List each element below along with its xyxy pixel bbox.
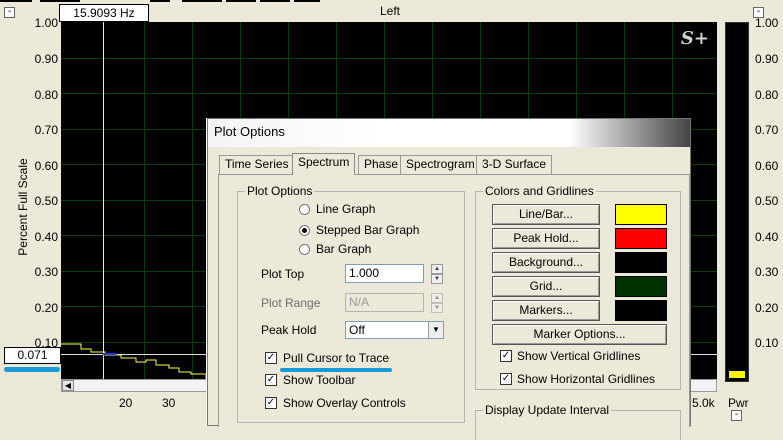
group-legend: Colors and Gridlines (483, 184, 596, 198)
checkbox-label: Show Toolbar (283, 373, 356, 387)
spin-up-icon: ▲ (431, 293, 443, 303)
group-legend: Display Update Interval (483, 403, 612, 417)
show-vertical-gridlines-checkbox[interactable]: ✓ (500, 350, 512, 362)
spectrum-tab-panel: Plot Options Line Graph Stepped Bar Grap… (218, 174, 690, 440)
marker-options-button[interactable]: Marker Options... (492, 324, 667, 345)
toolbar-fragment (182, 0, 222, 2)
power-level-fill (729, 371, 745, 378)
dialog-title: Plot Options (214, 124, 285, 139)
power-tick: 0.10 (755, 336, 779, 350)
plot-top-spinner[interactable]: ▲ ▼ (431, 264, 443, 284)
background-color-swatch[interactable] (615, 252, 667, 273)
y-tick: 1.00 (34, 16, 58, 30)
markers-color-button[interactable]: Markers... (492, 300, 600, 321)
y-tick: 0.40 (34, 230, 58, 244)
y-tick: 0.70 (34, 123, 58, 137)
y-tick: 0.60 (34, 159, 58, 173)
toolbar-fragment (294, 0, 320, 2)
toolbar-fragment (40, 0, 80, 2)
radio-bar-graph[interactable] (299, 244, 310, 255)
plot-range-label: Plot Range (261, 296, 321, 310)
y-axis-label: Percent Full Scale (16, 158, 30, 256)
tab-phase[interactable]: Phase (358, 155, 405, 174)
toolbar-fragment (0, 0, 32, 2)
spin-down-icon[interactable]: ▼ (431, 274, 443, 284)
radio-label: Stepped Bar Graph (316, 223, 420, 237)
dialog-titlebar[interactable]: Plot Options (208, 119, 690, 147)
toolbar-fragment (260, 0, 290, 2)
peak-hold-value: Off (349, 323, 365, 337)
power-tick: 0.40 (755, 230, 779, 244)
tab-3d-surface[interactable]: 3-D Surface (476, 155, 553, 174)
line-bar-color-swatch[interactable] (615, 204, 667, 225)
peak-hold-color-swatch[interactable] (615, 228, 667, 249)
tab-spectrogram[interactable]: Spectrogram (400, 155, 481, 174)
radio-label: Line Graph (316, 202, 376, 216)
power-tick: 0.80 (755, 88, 779, 102)
checkbox-label: Show Vertical Gridlines (517, 349, 641, 363)
y-tick: 0.90 (34, 52, 58, 66)
power-tick: 0.30 (755, 265, 779, 279)
background-color-button[interactable]: Background... (492, 252, 600, 273)
collapse-button[interactable]: - (4, 7, 15, 18)
spin-up-icon[interactable]: ▲ (431, 264, 443, 274)
radio-stepped-bar-graph[interactable] (299, 225, 310, 236)
logo: S+ (680, 28, 709, 49)
power-tick: 0.90 (755, 52, 779, 66)
power-tick: 0.60 (755, 159, 779, 173)
markers-color-swatch[interactable] (615, 300, 667, 321)
spin-down-icon: ▼ (431, 303, 443, 313)
show-horizontal-gridlines-checkbox[interactable]: ✓ (500, 373, 512, 385)
x-tick: 5.0k (692, 396, 715, 410)
plot-options-dialog: Plot Options Time Series Spectrum Phase … (207, 118, 691, 440)
plot-top-input[interactable]: 1.000 (345, 264, 424, 283)
power-meter-label: Pwr (728, 396, 749, 410)
grid-color-button[interactable]: Grid... (492, 276, 600, 297)
plot-options-group: Plot Options Line Graph Stepped Bar Grap… (237, 184, 465, 423)
checkbox-label: Show Overlay Controls (283, 396, 406, 410)
plot-range-spinner: ▲ ▼ (431, 293, 443, 313)
colors-gridlines-group: Colors and Gridlines Line/Bar... Peak Ho… (475, 184, 681, 390)
plot-top-label: Plot Top (261, 267, 305, 281)
y-tick: 0.80 (34, 88, 58, 102)
grid-color-swatch[interactable] (615, 276, 667, 297)
radio-line-graph[interactable] (299, 204, 310, 215)
peak-hold-label: Peak Hold (261, 323, 317, 337)
display-update-group: Display Update Interval (475, 403, 681, 440)
y-tick: 0.20 (34, 301, 58, 315)
power-tick: 0.50 (755, 194, 779, 208)
y-tick: 0.50 (34, 194, 58, 208)
power-tick: 1.00 (755, 16, 779, 30)
checkbox-label: Show Horizontal Gridlines (517, 372, 656, 386)
group-legend: Plot Options (245, 184, 315, 198)
peak-hold-select[interactable]: Off ▼ (345, 321, 444, 339)
x-tick: 30 (162, 396, 176, 410)
peak-hold-color-button[interactable]: Peak Hold... (492, 228, 600, 249)
annotation-highlight (4, 367, 60, 372)
show-toolbar-checkbox[interactable]: ✓ (265, 374, 277, 386)
dropdown-arrow-icon[interactable]: ▼ (428, 322, 443, 338)
collapse-button[interactable]: - (731, 410, 742, 421)
frequency-readout: 15.9093 Hz (59, 4, 149, 22)
plot-range-input: N/A (345, 293, 424, 312)
x-tick: 20 (119, 396, 133, 410)
toolbar-fragment (226, 0, 256, 2)
line-bar-color-button[interactable]: Line/Bar... (492, 204, 600, 225)
power-meter (725, 22, 749, 382)
scroll-left-arrow-icon[interactable]: ◀ (62, 380, 74, 391)
tab-spectrum[interactable]: Spectrum (292, 153, 356, 175)
tab-time-series[interactable]: Time Series (219, 155, 295, 174)
power-tick: 0.70 (755, 123, 779, 137)
annotation-highlight (280, 368, 392, 372)
show-overlay-controls-checkbox[interactable]: ✓ (265, 397, 277, 409)
toolbar-fragment (150, 0, 170, 2)
y-tick: 0.30 (34, 265, 58, 279)
power-tick: 0.20 (755, 301, 779, 315)
channel-title: Left (379, 4, 400, 18)
level-readout: 0.071 (4, 347, 61, 364)
pull-cursor-checkbox[interactable]: ✓ (265, 352, 277, 364)
checkbox-label: Pull Cursor to Trace (283, 351, 390, 365)
radio-label: Bar Graph (316, 242, 372, 256)
